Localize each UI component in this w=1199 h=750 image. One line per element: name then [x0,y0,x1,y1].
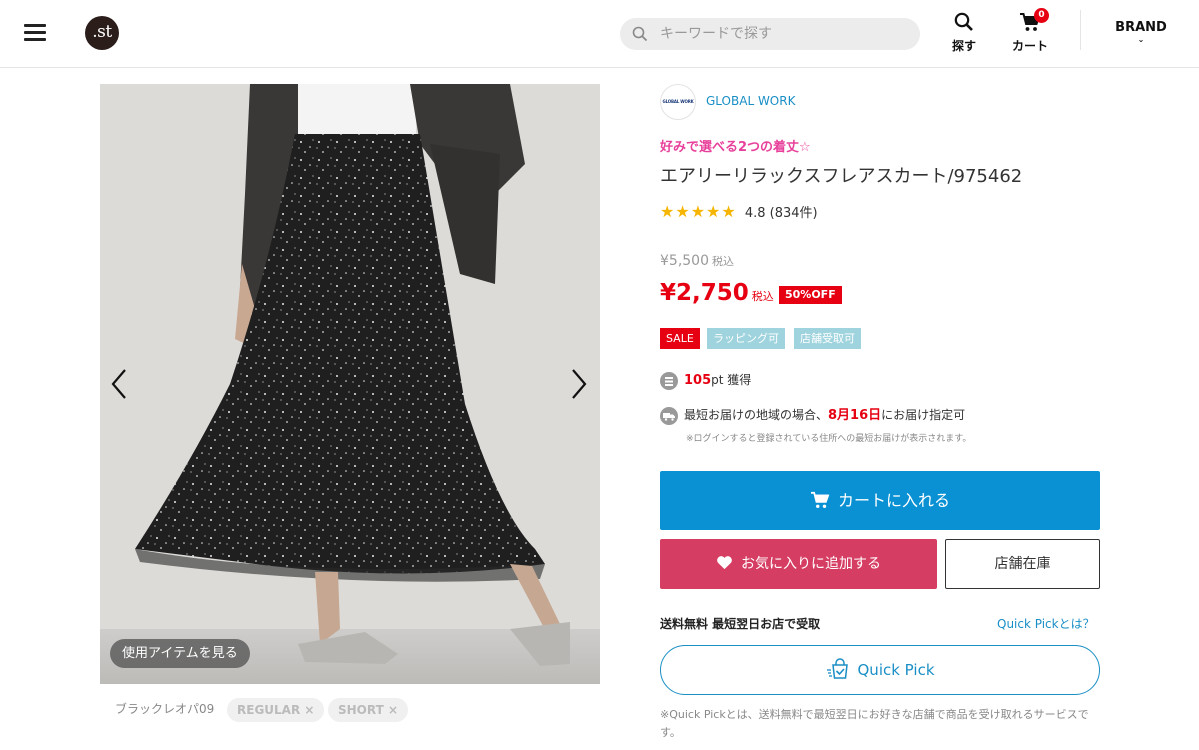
product-title: エアリーリラックスフレアスカート/975462 [660,166,1023,187]
cart-count-badge: 0 [1034,8,1049,23]
brand-logo[interactable]: GLOBAL WORK [660,84,696,120]
search-label: 探す [951,39,976,53]
header-cart-button[interactable]: 0 カート [1009,8,1051,54]
delivery-row: 最短お届けの地域の場合、8月16日にお届け指定可 [660,404,965,425]
quickpick-heading: 送料無料 最短翌日お店で受取 [660,617,821,631]
hamburger-menu-icon[interactable] [24,24,46,42]
store-stock-button[interactable]: 店舗在庫 [945,539,1100,589]
brand-name-link[interactable]: GLOBAL WORK [706,94,795,108]
length-chip-regular[interactable]: REGULAR × [227,698,325,722]
delivery-date: 8月16日 [828,408,882,423]
rating-stars-icon: ★★★★★ [660,202,737,221]
next-image-arrow-icon[interactable] [567,366,591,402]
quickpick-note: ※Quick Pickとは、送料無料で最短翌日にお好きな店舗で商品を受け取れるサ… [660,708,1089,739]
add-to-favorites-button[interactable]: お気に入りに追加する [660,539,937,589]
quickpick-info-link[interactable]: Quick Pickとは？ [997,615,1095,632]
tag-wrapping: ラッピング可 [707,328,785,349]
quickpick-label: Quick Pick [857,661,935,679]
product-photo [100,84,600,684]
previous-image-arrow-icon[interactable] [107,366,131,402]
heart-icon [717,555,732,569]
rating-text: 4.8 (834件) [744,206,818,221]
header-search-button[interactable]: 探す [949,12,979,54]
color-caption: ブラックレオパ09 [115,702,215,716]
points-icon [660,371,678,390]
delivery-suffix: にお届け指定可 [881,408,966,422]
delivery-prefix: 最短お届けの地域の場合、 [684,408,829,422]
tag-store-pickup: 店舗受取可 [794,328,861,349]
cart-icon [810,491,830,508]
tag-sale: SALE [660,328,700,349]
header-divider [1080,10,1081,50]
original-price-value: ¥5,500 [660,253,709,269]
points-suffix: 獲得 [723,373,752,387]
sale-price: ¥2,750 税込 [660,280,774,306]
cart-label: カート [1011,39,1048,53]
points-row: 105pt 獲得 [660,371,751,390]
product-rating[interactable]: ★★★★★ 4.8 (834件) [660,202,818,221]
chevron-down-icon: ⌄ [1137,35,1145,44]
search-icon [632,26,648,46]
product-main-image[interactable] [100,84,600,684]
catch-copy: 好みで選べる2つの着丈☆ [660,140,811,155]
add-to-favorites-label: お気に入りに追加する [741,556,881,572]
sale-tax-label: 税込 [751,290,774,303]
quickpick-button[interactable]: Quick Pick [660,645,1100,695]
points-value: 105 [684,373,712,388]
search-bar[interactable] [620,18,920,50]
original-price: ¥5,500 税込 [660,253,734,269]
sale-price-value: ¥2,750 [660,280,749,306]
delivery-note: ※ログインすると登録されている住所への最短お届けが表示されます。 [686,434,972,444]
view-used-items-button[interactable]: 使用アイテムを見る [110,639,250,668]
shopping-bag-check-icon [826,657,848,679]
truck-icon [660,406,678,425]
add-to-cart-label: カートに入れる [837,491,950,510]
add-to-cart-button[interactable]: カートに入れる [660,471,1100,530]
search-input[interactable] [660,18,910,50]
discount-badge: 50%OFF [779,286,842,304]
site-header: .st 探す 0 カート BRAND ⌄ [0,0,1199,68]
site-logo[interactable]: .st [85,16,119,50]
brand-menu-label: BRAND [1115,20,1167,35]
search-icon [954,12,973,31]
brand-menu-button[interactable]: BRAND ⌄ [1108,20,1174,44]
original-tax-label: 税込 [712,255,734,268]
length-chip-short[interactable]: SHORT × [328,698,409,722]
points-unit: pt [711,373,724,387]
